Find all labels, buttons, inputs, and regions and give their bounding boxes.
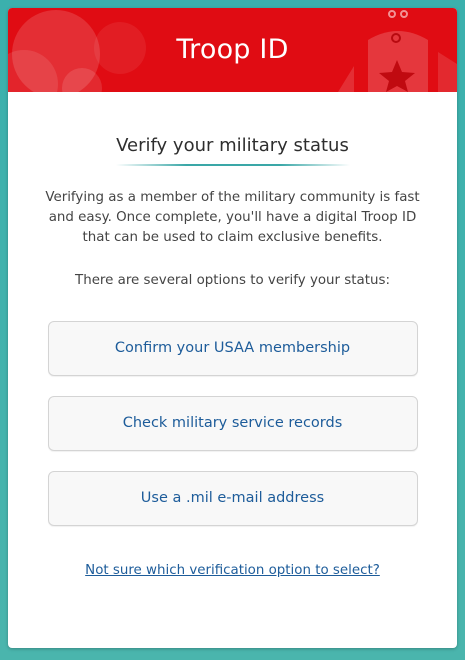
title-underline-divider <box>115 164 350 166</box>
verification-help-link[interactable]: Not sure which verification option to se… <box>85 563 380 578</box>
use-mil-email-button[interactable]: Use a .mil e-mail address <box>47 471 418 526</box>
options-lead-text: There are several options to verify your… <box>75 273 390 288</box>
page-title: Verify your military status <box>116 135 349 156</box>
confirm-usaa-membership-button[interactable]: Confirm your USAA membership <box>47 321 418 376</box>
header-banner: Troop ID <box>8 8 457 92</box>
app-title: Troop ID <box>176 34 289 65</box>
main-content: Verify your military status Verifying as… <box>8 92 457 578</box>
intro-text: Verifying as a member of the military co… <box>45 190 420 245</box>
check-service-records-button[interactable]: Check military service records <box>47 396 418 451</box>
verification-card: Troop ID Verify your military status Ver… <box>8 8 457 648</box>
